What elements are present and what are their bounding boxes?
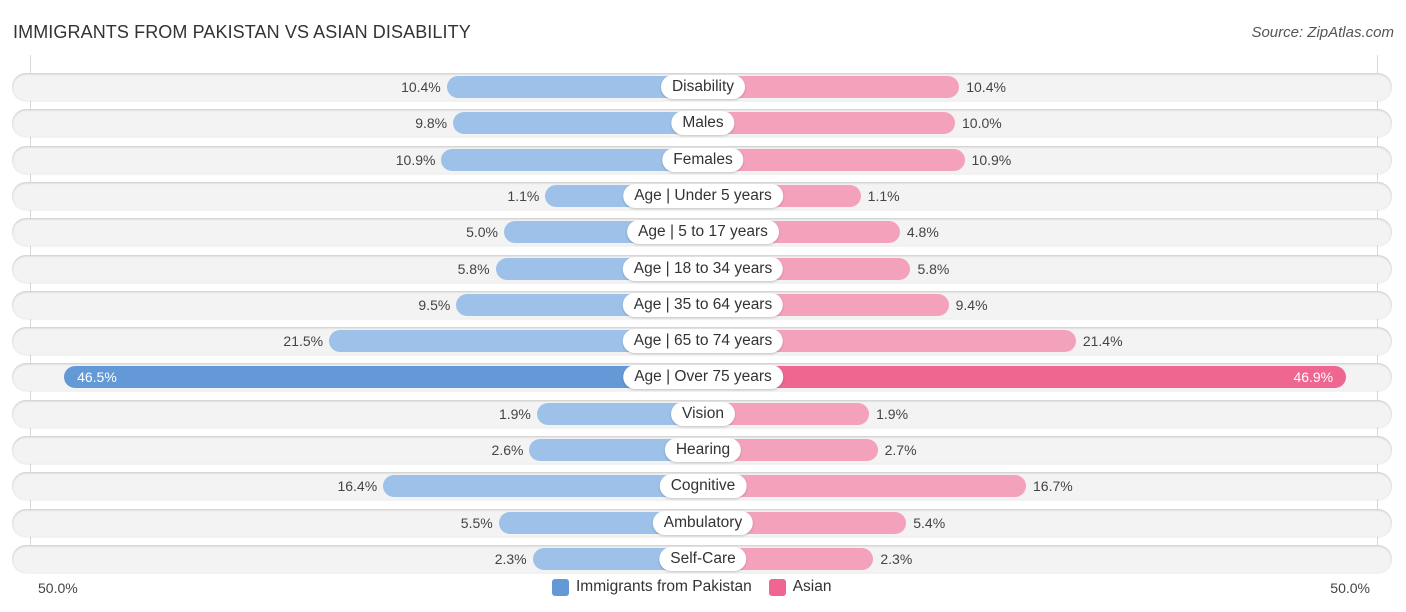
value-label-asian: 10.4%: [966, 79, 1006, 95]
legend-swatch-asian: [768, 578, 786, 596]
legend-label-asian: Asian: [792, 578, 832, 595]
bar-asian: [703, 366, 1347, 388]
value-label-pakistan: 10.9%: [395, 152, 436, 168]
category-label: Self-Care: [659, 547, 747, 571]
bar-asian: [703, 112, 955, 134]
value-label-asian: 21.4%: [1082, 333, 1123, 349]
axis-label-left: 50.0%: [38, 580, 78, 596]
value-label-pakistan: 9.8%: [415, 115, 448, 131]
bar-pakistan: [383, 475, 703, 497]
value-label-pakistan: 5.8%: [457, 261, 490, 277]
value-label-asian: 9.4%: [955, 297, 988, 313]
value-label-asian: 2.3%: [880, 551, 913, 567]
value-label-pakistan: 16.4%: [337, 478, 378, 494]
category-label: Vision: [671, 402, 735, 426]
category-label: Males: [671, 111, 735, 135]
value-label-pakistan: 1.1%: [507, 188, 540, 204]
bar-pakistan: [453, 112, 703, 134]
category-label: Hearing: [664, 438, 742, 462]
value-label-asian: 46.9%: [1293, 369, 1334, 385]
value-label-asian: 5.8%: [917, 261, 950, 277]
category-label: Age | 35 to 64 years: [622, 293, 784, 317]
legend-item-pakistan: Immigrants from Pakistan: [552, 578, 752, 596]
legend-swatch-pakistan: [552, 578, 569, 596]
value-label-asian: 1.9%: [876, 406, 909, 422]
value-label-pakistan: 9.5%: [418, 297, 451, 313]
category-label: Age | 18 to 34 years: [622, 257, 784, 281]
value-label-asian: 5.4%: [913, 515, 946, 531]
bar-pakistan: [64, 366, 703, 388]
value-label-pakistan: 21.5%: [283, 333, 324, 349]
value-label-asian: 10.0%: [962, 115, 1002, 131]
value-label-pakistan: 2.6%: [491, 442, 524, 458]
value-label-asian: 16.7%: [1033, 478, 1073, 494]
category-label: Age | Over 75 years: [623, 365, 783, 389]
value-label-asian: 4.8%: [906, 224, 939, 240]
bar-asian: [703, 475, 1027, 497]
category-label: Disability: [660, 75, 746, 99]
category-label: Age | 5 to 17 years: [627, 220, 779, 244]
legend-label-pakistan: Immigrants from Pakistan: [576, 578, 752, 595]
legend: Immigrants from Pakistan Asian: [552, 578, 849, 596]
category-label: Cognitive: [659, 474, 747, 498]
value-label-pakistan: 5.0%: [466, 224, 498, 240]
value-label-pakistan: 5.5%: [460, 515, 493, 531]
category-label: Age | Under 5 years: [623, 184, 783, 208]
value-label-asian: 10.9%: [971, 152, 1012, 168]
category-label: Age | 65 to 74 years: [622, 329, 784, 353]
source-credit: Source: ZipAtlas.com: [1251, 24, 1394, 41]
value-label-asian: 1.1%: [867, 188, 900, 204]
category-label: Ambulatory: [652, 511, 754, 535]
category-label: Females: [662, 148, 744, 172]
value-label-asian: 2.7%: [884, 442, 917, 458]
chart-title: IMMIGRANTS FROM PAKISTAN VS ASIAN DISABI…: [13, 22, 471, 42]
value-label-pakistan: 10.4%: [401, 79, 441, 95]
legend-item-asian: Asian: [768, 578, 832, 596]
axis-label-right: 50.0%: [1330, 580, 1370, 596]
value-label-pakistan: 2.3%: [494, 551, 527, 567]
value-label-pakistan: 46.5%: [77, 369, 117, 385]
value-label-pakistan: 1.9%: [498, 406, 531, 422]
